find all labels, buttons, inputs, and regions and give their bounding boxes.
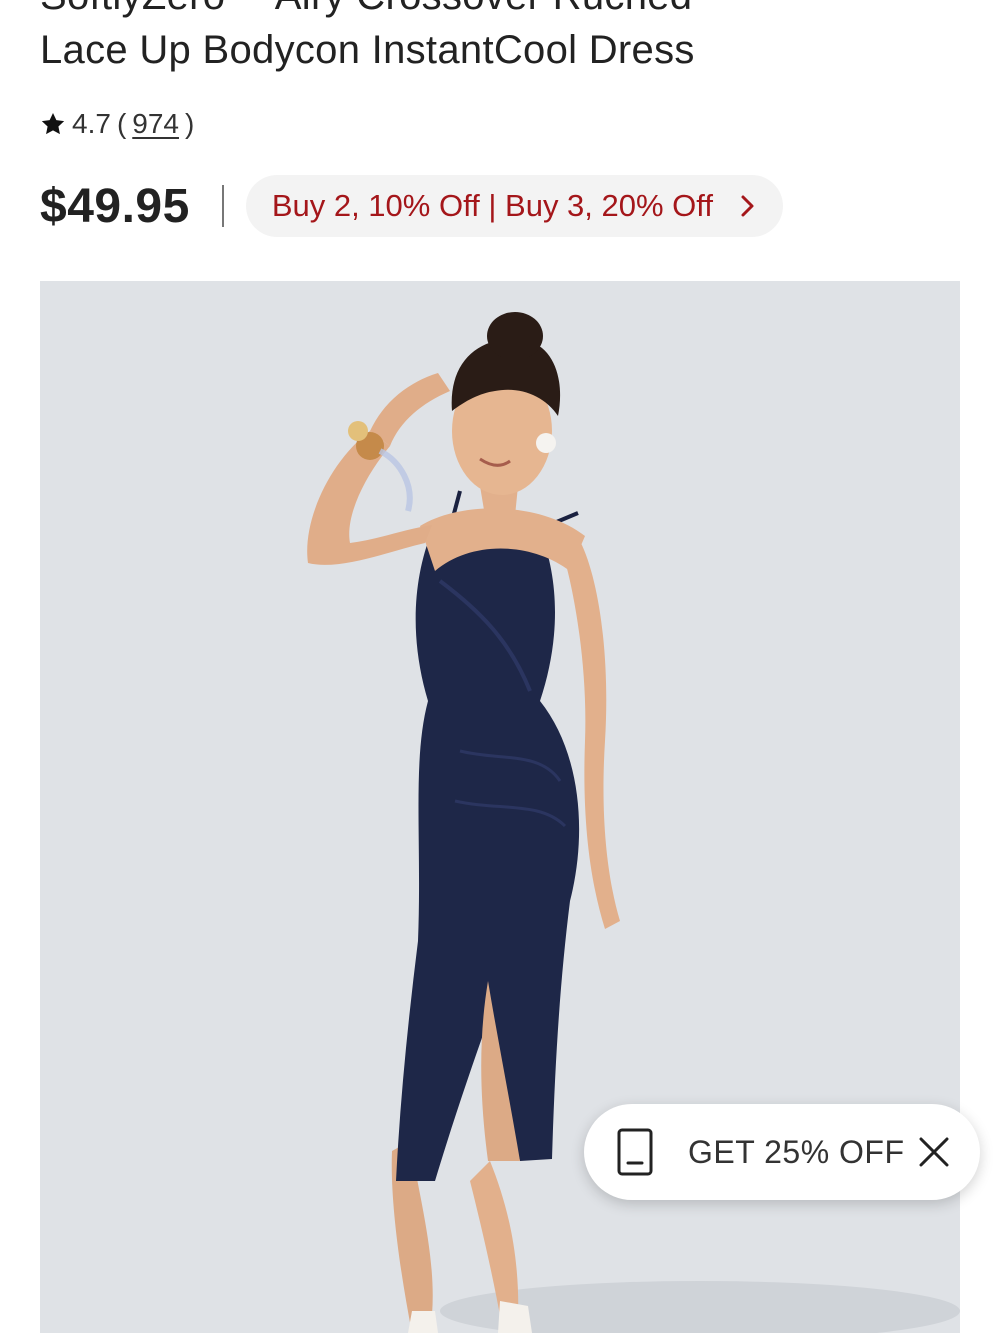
bundle-promo-button[interactable]: Buy 2, 10% Off | Buy 3, 20% Off [245, 175, 783, 237]
product-price: $49.95 [40, 179, 190, 233]
review-count-link[interactable]: 974 [132, 108, 179, 140]
product-title-line1-clip: SoftlyZero™ Airy Crossover Ruched [40, 0, 970, 18]
chevron-right-icon [741, 195, 754, 217]
product-rating: 4.7 ( 974 ) [40, 104, 194, 144]
rating-open-paren: ( [116, 108, 127, 139]
rating-close-paren: ) [184, 108, 195, 139]
coupon-offer-text: GET 25% OFF [688, 1133, 905, 1170]
product-title-line1: SoftlyZero™ Airy Crossover Ruched [40, 0, 692, 18]
star-icon [41, 112, 65, 135]
rating-score: 4.7 [72, 108, 111, 139]
price-divider [221, 185, 224, 227]
bundle-promo-label: Buy 2, 10% Off | Buy 3, 20% Off [271, 188, 713, 223]
product-title-line2: Lace Up Bodycon InstantCool Dress [40, 28, 695, 72]
price-row: $49.95 Buy 2, 10% Off | Buy 3, 20% Off [40, 174, 783, 238]
coupon-popup[interactable]: GET 25% OFF [584, 1104, 980, 1200]
close-icon[interactable] [918, 1136, 950, 1168]
coupon-tag-icon [617, 1128, 653, 1176]
